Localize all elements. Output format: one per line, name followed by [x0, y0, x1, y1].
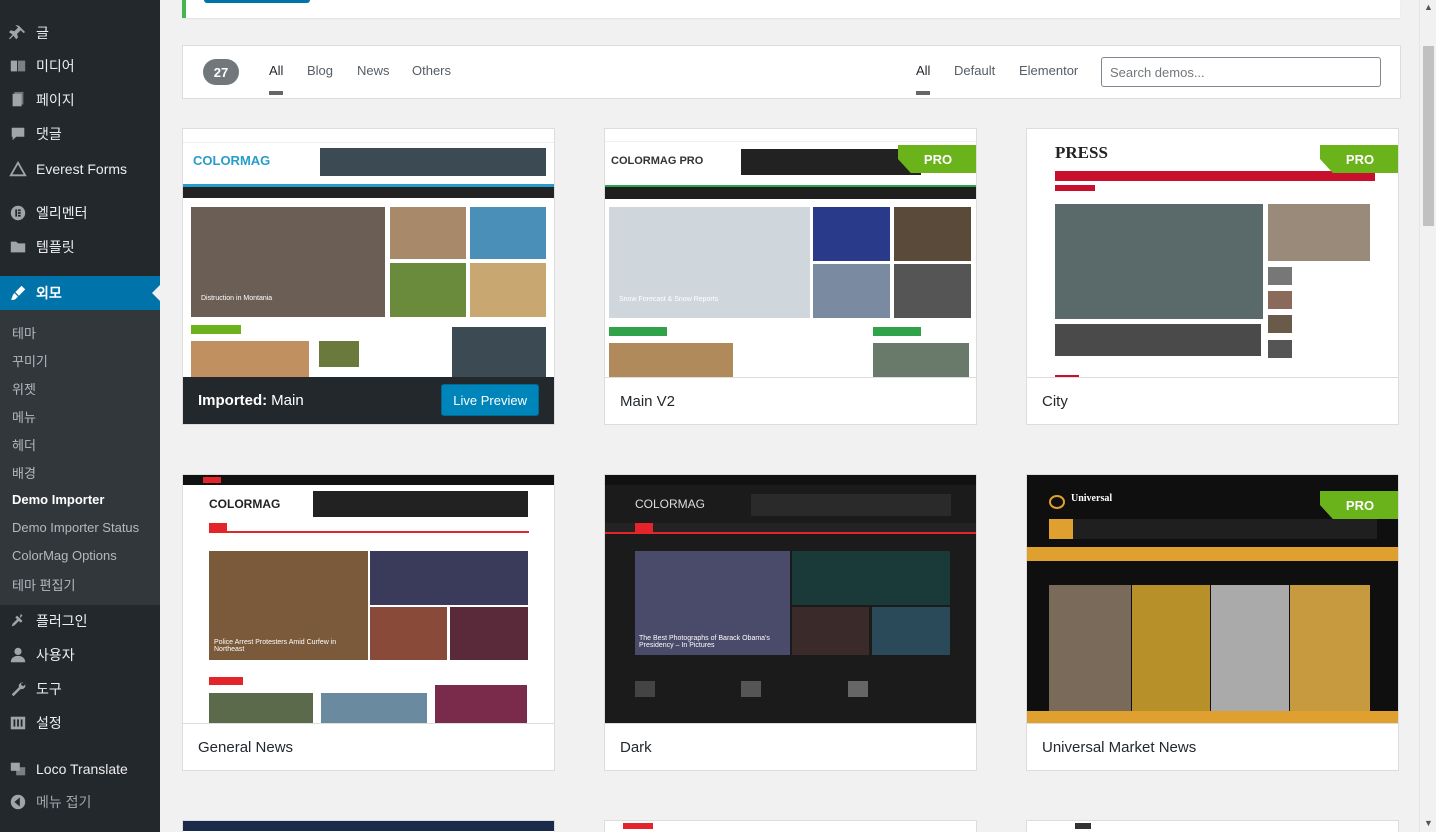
- menu-item-tools[interactable]: 도구: [0, 672, 160, 706]
- demo-card-footer: City: [1027, 377, 1398, 424]
- submenu-item-demo-importer-status[interactable]: Demo Importer Status: [12, 520, 139, 535]
- media-icon: [0, 57, 36, 75]
- demo-name: Main: [271, 392, 304, 409]
- scroll-up-arrow[interactable]: ▲: [1424, 2, 1433, 12]
- elementor-icon: [0, 204, 36, 222]
- demo-count-badge: 27: [203, 59, 239, 85]
- page-icon: [0, 91, 36, 109]
- brush-icon: [0, 284, 36, 302]
- plugin-icon: [0, 612, 36, 630]
- demo-thumbnail: COLORMAG The Best Photographs of Barack …: [605, 475, 976, 723]
- demo-card-row3-3[interactable]: [1026, 820, 1399, 832]
- demo-name: Universal Market News: [1042, 738, 1197, 756]
- builder-tab-elementor[interactable]: Elementor: [1019, 63, 1078, 78]
- demo-name: Main V2: [620, 392, 676, 410]
- demo-filter-bar: 27 All Blog News Others All Default Elem…: [182, 45, 1401, 99]
- menu-item-pages[interactable]: 페이지: [0, 83, 160, 117]
- submenu-item-header[interactable]: 헤더: [12, 435, 36, 454]
- demo-card-footer: Universal Market News: [1027, 723, 1398, 770]
- demo-card-footer: Imported: Main Live Preview: [183, 377, 554, 424]
- builder-tab-all[interactable]: All: [916, 63, 931, 95]
- settings-icon: [0, 714, 36, 732]
- filter-tab-news[interactable]: News: [357, 63, 390, 78]
- menu-item-appearance[interactable]: 외모: [0, 276, 160, 310]
- page-scrollbar[interactable]: ▲ ▼: [1419, 0, 1436, 832]
- demo-card-general-news[interactable]: COLORMAG Police Arrest Protesters Amid C…: [182, 474, 555, 771]
- filter-tab-blog[interactable]: Blog: [307, 63, 333, 78]
- menu-item-templates[interactable]: 템플릿: [0, 230, 160, 264]
- menu-item-users[interactable]: 사용자: [0, 638, 160, 672]
- live-preview-button[interactable]: Live Preview: [441, 384, 539, 416]
- search-demos-input[interactable]: [1101, 57, 1381, 87]
- demo-name: General News: [198, 738, 294, 756]
- submenu-item-customize[interactable]: 꾸미기: [12, 351, 48, 370]
- demo-card-main-v2[interactable]: COLORMAG PRO Snow Forecast & Snow Report…: [604, 128, 977, 425]
- submenu-item-themes[interactable]: 테마: [12, 323, 36, 342]
- scroll-down-arrow[interactable]: ▼: [1424, 818, 1433, 828]
- submenu-item-menus[interactable]: 메뉴: [12, 407, 36, 426]
- demo-thumbnail: COLORMAG Distruction in Montania: [183, 129, 554, 377]
- menu-item-comments[interactable]: 댓글: [0, 117, 160, 151]
- notice-button[interactable]: [204, 0, 310, 3]
- wrench-icon: [0, 680, 36, 698]
- submenu-item-background[interactable]: 배경: [12, 463, 36, 482]
- demo-card-footer: Main V2: [605, 377, 976, 424]
- pin-icon: [0, 24, 36, 42]
- pro-badge: PRO: [1320, 491, 1398, 519]
- scroll-thumb[interactable]: [1423, 46, 1434, 226]
- menu-item-posts[interactable]: 글: [0, 16, 160, 50]
- menu-item-elementor[interactable]: 엘리멘터: [0, 196, 160, 230]
- menu-item-settings[interactable]: 설정: [0, 706, 160, 740]
- demo-card-city[interactable]: PRESS PRO City: [1026, 128, 1399, 425]
- demo-name: Dark: [620, 738, 652, 756]
- menu-item-media[interactable]: 미디어: [0, 49, 160, 83]
- demo-thumbnail: COLORMAG Police Arrest Protesters Amid C…: [183, 475, 554, 723]
- demo-card-dark[interactable]: COLORMAG The Best Photographs of Barack …: [604, 474, 977, 771]
- menu-item-plugins[interactable]: 플러그인: [0, 604, 160, 638]
- submenu-item-widgets[interactable]: 위젯: [12, 379, 36, 398]
- demo-card-footer: General News: [183, 723, 554, 770]
- forms-icon: [0, 160, 36, 178]
- demo-name: City: [1042, 392, 1068, 410]
- menu-item-everest-forms[interactable]: Everest Forms: [0, 152, 160, 186]
- filter-tab-others[interactable]: Others: [412, 63, 451, 78]
- collapse-menu-button[interactable]: 메뉴 접기: [0, 785, 160, 819]
- submenu-item-demo-importer[interactable]: Demo Importer: [12, 492, 104, 507]
- menu-item-loco-translate[interactable]: Loco Translate: [0, 752, 160, 786]
- builder-tab-default[interactable]: Default: [954, 63, 995, 78]
- submenu-item-colormag-options[interactable]: ColorMag Options: [12, 548, 117, 563]
- comment-icon: [0, 125, 36, 143]
- submenu-item-theme-editor[interactable]: 테마 편집기: [12, 575, 75, 594]
- appearance-submenu: 테마 꾸미기 위젯 메뉴 헤더 배경 Demo Importer Demo Im…: [0, 310, 160, 605]
- translate-icon: [0, 760, 36, 778]
- filter-tab-all[interactable]: All: [269, 63, 284, 95]
- demo-card-main[interactable]: COLORMAG Distruction in Montania Importe…: [182, 128, 555, 425]
- demo-card-universal-market-news[interactable]: Universal PRO Universal Market News: [1026, 474, 1399, 771]
- demo-card-footer: Dark: [605, 723, 976, 770]
- collapse-icon: [0, 793, 36, 811]
- user-icon: [0, 646, 36, 664]
- demo-card-row3-2[interactable]: [604, 820, 977, 832]
- folder-icon: [0, 238, 36, 256]
- admin-sidebar: 글 미디어 페이지 댓글 Everest Forms 엘리멘터 템플릿 외모 테…: [0, 0, 160, 832]
- pro-badge: PRO: [1320, 145, 1398, 173]
- demo-card-row3-1[interactable]: [182, 820, 555, 832]
- pro-badge: PRO: [898, 145, 976, 173]
- admin-notice: [182, 0, 1400, 18]
